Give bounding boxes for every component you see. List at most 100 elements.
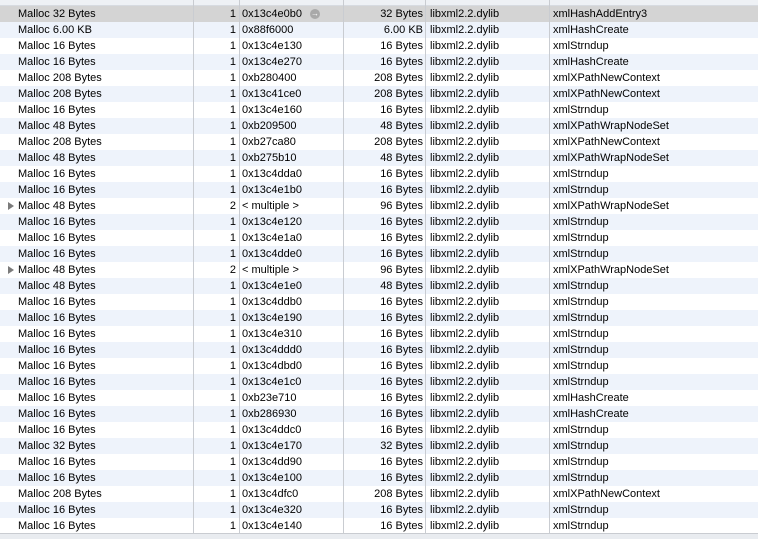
address-cell: < multiple > bbox=[242, 264, 299, 276]
column-divider bbox=[549, 0, 550, 539]
count-cell: 1 bbox=[229, 40, 236, 52]
column-divider bbox=[343, 0, 344, 539]
table-row[interactable]: Malloc 16 Bytes 1 0x13c4dda0 16 Bytes li… bbox=[0, 166, 758, 182]
size-cell: 16 Bytes bbox=[380, 424, 423, 436]
library-cell: libxml2.2.dylib bbox=[430, 40, 500, 52]
function-cell: xmlXPathNewContext bbox=[553, 136, 660, 148]
table-row[interactable]: Malloc 16 Bytes 1 0xb286930 16 Bytes lib… bbox=[0, 406, 758, 422]
table-row[interactable]: Malloc 16 Bytes 1 0x13c4e1c0 16 Bytes li… bbox=[0, 374, 758, 390]
table-row[interactable]: Malloc 16 Bytes 1 0x13c4e320 16 Bytes li… bbox=[0, 502, 758, 518]
count-cell: 1 bbox=[229, 520, 236, 532]
arrow-right-circle-icon[interactable]: → bbox=[309, 9, 320, 20]
category-cell: Malloc 6.00 KB bbox=[18, 24, 92, 36]
table-row[interactable]: Malloc 48 Bytes 1 0xb209500 48 Bytes lib… bbox=[0, 118, 758, 134]
table-row[interactable]: Malloc 16 Bytes 1 0x13c4e310 16 Bytes li… bbox=[0, 326, 758, 342]
library-cell: libxml2.2.dylib bbox=[430, 456, 500, 468]
library-cell: libxml2.2.dylib bbox=[430, 312, 500, 324]
table-row[interactable]: Malloc 6.00 KB 1 0x88f6000 6.00 KB libxm… bbox=[0, 22, 758, 38]
table-row[interactable]: Malloc 16 Bytes 1 0x13c4dd90 16 Bytes li… bbox=[0, 454, 758, 470]
count-cell: 1 bbox=[229, 360, 236, 372]
table-row[interactable]: Malloc 16 Bytes 1 0x13c4e140 16 Bytes li… bbox=[0, 518, 758, 534]
library-cell: libxml2.2.dylib bbox=[430, 360, 500, 372]
table-row[interactable]: Malloc 208 Bytes 1 0xb27ca80 208 Bytes l… bbox=[0, 134, 758, 150]
category-cell: Malloc 16 Bytes bbox=[18, 408, 96, 420]
table-row[interactable]: Malloc 16 Bytes 1 0x13c4e130 16 Bytes li… bbox=[0, 38, 758, 54]
library-cell: libxml2.2.dylib bbox=[430, 168, 500, 180]
address-cell: 0x13c4dbd0 bbox=[242, 360, 302, 372]
table-row[interactable]: Malloc 48 Bytes 2 < multiple > 96 Bytes … bbox=[0, 198, 758, 214]
function-cell: xmlXPathWrapNodeSet bbox=[553, 152, 669, 164]
table-row[interactable]: Malloc 16 Bytes 1 0x13c4ddc0 16 Bytes li… bbox=[0, 422, 758, 438]
table-row[interactable]: Malloc 48 Bytes 1 0x13c4e1e0 48 Bytes li… bbox=[0, 278, 758, 294]
library-cell: libxml2.2.dylib bbox=[430, 328, 500, 340]
table-row[interactable]: Malloc 16 Bytes 1 0x13c4e160 16 Bytes li… bbox=[0, 102, 758, 118]
address-cell: 0x13c4e170 bbox=[242, 440, 302, 452]
table-row[interactable]: Malloc 16 Bytes 1 0x13c4e190 16 Bytes li… bbox=[0, 310, 758, 326]
size-cell: 208 Bytes bbox=[374, 136, 423, 148]
table-row[interactable]: Malloc 16 Bytes 1 0x13c4e270 16 Bytes li… bbox=[0, 54, 758, 70]
table-row[interactable]: Malloc 16 Bytes 1 0x13c4dbd0 16 Bytes li… bbox=[0, 358, 758, 374]
table-row[interactable]: Malloc 16 Bytes 1 0x13c4e1b0 16 Bytes li… bbox=[0, 182, 758, 198]
category-cell: Malloc 16 Bytes bbox=[18, 392, 96, 404]
count-cell: 2 bbox=[229, 264, 236, 276]
table-row[interactable]: Malloc 32 Bytes 1 0x13c4e0b0 → 32 Bytes l… bbox=[0, 6, 758, 22]
category-cell: Malloc 16 Bytes bbox=[18, 184, 96, 196]
library-cell: libxml2.2.dylib bbox=[430, 440, 500, 452]
count-cell: 2 bbox=[229, 200, 236, 212]
category-cell: Malloc 48 Bytes bbox=[18, 152, 96, 164]
count-cell: 1 bbox=[229, 440, 236, 452]
category-cell: Malloc 16 Bytes bbox=[18, 248, 96, 260]
function-cell: xmlStrndup bbox=[553, 184, 609, 196]
address-cell: 0x13c4e120 bbox=[242, 216, 302, 228]
function-cell: xmlHashCreate bbox=[553, 408, 629, 420]
table-row[interactable]: Malloc 16 Bytes 1 0x13c4ddb0 16 Bytes li… bbox=[0, 294, 758, 310]
function-cell: xmlStrndup bbox=[553, 376, 609, 388]
table-row[interactable]: Malloc 16 Bytes 1 0x13c4e120 16 Bytes li… bbox=[0, 214, 758, 230]
category-cell: Malloc 16 Bytes bbox=[18, 216, 96, 228]
table-row[interactable]: Malloc 16 Bytes 1 0x13c4e1a0 16 Bytes li… bbox=[0, 230, 758, 246]
table-row[interactable]: Malloc 208 Bytes 1 0x13c41ce0 208 Bytes … bbox=[0, 86, 758, 102]
address-cell: 0xb275b10 bbox=[242, 152, 297, 164]
table-row[interactable]: Malloc 32 Bytes 1 0x13c4e170 32 Bytes li… bbox=[0, 438, 758, 454]
category-cell: Malloc 208 Bytes bbox=[18, 72, 102, 84]
library-cell: libxml2.2.dylib bbox=[430, 472, 500, 484]
table-row[interactable]: Malloc 16 Bytes 1 0x13c4dde0 16 Bytes li… bbox=[0, 246, 758, 262]
library-cell: libxml2.2.dylib bbox=[430, 408, 500, 420]
table-row[interactable]: Malloc 48 Bytes 2 < multiple > 96 Bytes … bbox=[0, 262, 758, 278]
table-row[interactable]: Malloc 16 Bytes 1 0x13c4ddd0 16 Bytes li… bbox=[0, 342, 758, 358]
function-cell: xmlStrndup bbox=[553, 456, 609, 468]
count-cell: 1 bbox=[229, 280, 236, 292]
category-cell: Malloc 32 Bytes bbox=[18, 8, 96, 20]
size-cell: 16 Bytes bbox=[380, 456, 423, 468]
library-cell: libxml2.2.dylib bbox=[430, 504, 500, 516]
table-row[interactable]: Malloc 48 Bytes 1 0xb275b10 48 Bytes lib… bbox=[0, 150, 758, 166]
address-cell: 0x13c4e1b0 bbox=[242, 184, 302, 196]
size-cell: 16 Bytes bbox=[380, 472, 423, 484]
address-cell: 0x88f6000 bbox=[242, 24, 294, 36]
category-cell: Malloc 48 Bytes bbox=[18, 120, 96, 132]
table-row[interactable]: Malloc 16 Bytes 1 0x13c4e100 16 Bytes li… bbox=[0, 470, 758, 486]
category-cell: Malloc 16 Bytes bbox=[18, 344, 96, 356]
address-cell: 0x13c4e270 bbox=[242, 56, 302, 68]
address-cell: 0xb23e710 bbox=[242, 392, 297, 404]
category-cell: Malloc 208 Bytes bbox=[18, 488, 102, 500]
category-cell: Malloc 48 Bytes bbox=[18, 280, 96, 292]
function-cell: xmlXPathNewContext bbox=[553, 488, 660, 500]
count-cell: 1 bbox=[229, 104, 236, 116]
category-cell: Malloc 16 Bytes bbox=[18, 104, 96, 116]
size-cell: 208 Bytes bbox=[374, 88, 423, 100]
table-row[interactable]: Malloc 208 Bytes 1 0xb280400 208 Bytes l… bbox=[0, 70, 758, 86]
horizontal-scrollbar[interactable] bbox=[0, 533, 758, 539]
function-cell: xmlStrndup bbox=[553, 232, 609, 244]
count-cell: 1 bbox=[229, 24, 236, 36]
count-cell: 1 bbox=[229, 328, 236, 340]
category-cell: Malloc 208 Bytes bbox=[18, 136, 102, 148]
table-row[interactable]: Malloc 16 Bytes 1 0xb23e710 16 Bytes lib… bbox=[0, 390, 758, 406]
table-row[interactable]: Malloc 208 Bytes 1 0x13c4dfc0 208 Bytes … bbox=[0, 486, 758, 502]
function-cell: xmlStrndup bbox=[553, 360, 609, 372]
count-cell: 1 bbox=[229, 488, 236, 500]
library-cell: libxml2.2.dylib bbox=[430, 200, 500, 212]
function-cell: xmlHashAddEntry3 bbox=[553, 8, 648, 20]
category-cell: Malloc 16 Bytes bbox=[18, 312, 96, 324]
category-cell: Malloc 16 Bytes bbox=[18, 376, 96, 388]
